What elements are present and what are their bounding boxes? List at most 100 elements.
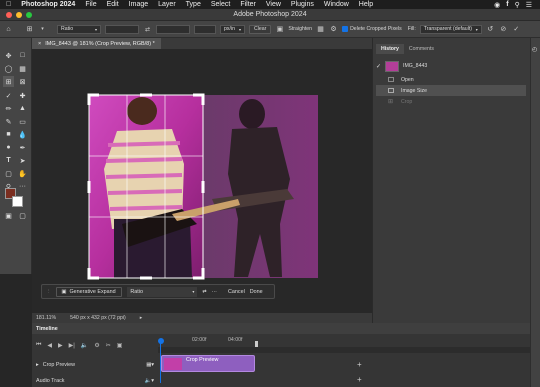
marquee-tool-icon[interactable]: □ (17, 50, 28, 61)
menu-file[interactable]: File (85, 1, 96, 8)
snapshot-source-icon[interactable]: ✓ (376, 63, 385, 70)
apple-icon[interactable]:  (6, 1, 11, 8)
history-brush-icon[interactable]: ✎ (3, 116, 14, 127)
zoom-level[interactable]: 181.11% (36, 315, 56, 321)
dodge-tool-icon[interactable]: ● (3, 142, 14, 153)
commit-check-icon[interactable]: ✓ (512, 25, 521, 34)
zoom-window-button[interactable] (26, 12, 32, 18)
track-options-icon[interactable]: ▦▾ (146, 362, 154, 368)
crop-tool-icon[interactable]: ⊞ (25, 25, 34, 34)
straighten-icon[interactable]: ▣ (275, 25, 284, 34)
history-snapshot[interactable]: ✓ IMG_8443 (376, 59, 526, 73)
track-row[interactable]: ▸ Crop Preview ▦▾ (32, 357, 158, 372)
menu-plugins[interactable]: Plugins (291, 1, 314, 8)
brush-tool-icon[interactable]: ✏ (3, 103, 14, 114)
control-center-icon[interactable]: ☰ (526, 1, 532, 9)
crop-tool-icon[interactable]: ⊞ (3, 76, 14, 87)
move-tool-icon[interactable]: ✥ (3, 50, 14, 61)
more-tools-icon[interactable]: ··· (17, 181, 28, 192)
history-panel-icon[interactable]: ◴ (532, 46, 537, 53)
add-audio-icon[interactable]: + (357, 375, 362, 384)
straighten-label[interactable]: Straighten (288, 26, 312, 32)
eyedropper-icon[interactable]: ✓ (3, 90, 14, 101)
eraser-icon[interactable]: ▭ (17, 116, 28, 127)
first-frame-icon[interactable]: ⏮ (36, 342, 41, 349)
menu-edit[interactable]: Edit (107, 1, 119, 8)
chevron-down-icon[interactable]: ▾ (38, 25, 47, 34)
crop-ratio-select[interactable]: Ratio ▾ (127, 286, 198, 297)
play-icon[interactable]: ▶ (58, 342, 63, 349)
width-field[interactable] (105, 24, 139, 34)
frame-tool-icon[interactable]: ⊠ (17, 76, 28, 87)
crop-cancel-button[interactable]: Cancel (228, 289, 245, 295)
menu-view[interactable]: View (266, 1, 281, 8)
ratio-select[interactable]: Ratio ▾ (57, 24, 101, 34)
add-media-icon[interactable]: + (357, 360, 362, 369)
audio-icon[interactable]: 🔈 (81, 342, 88, 349)
screen-mode-icon[interactable]: ▢ (17, 210, 28, 221)
gear-icon[interactable]: ⚙ (329, 25, 338, 34)
search-icon[interactable]: ⚲ (515, 1, 520, 9)
settings-icon[interactable]: ⚙ (94, 342, 99, 349)
app-menu[interactable]: Photoshop 2024 (21, 1, 75, 8)
video-clip[interactable]: Crop Preview (161, 355, 255, 372)
pen-tool-icon[interactable]: ✒ (17, 142, 28, 153)
menu-select[interactable]: Select (211, 1, 230, 8)
prev-frame-icon[interactable]: ◀ (47, 342, 52, 349)
adobe-f-icon[interactable]: f (506, 1, 508, 8)
drag-handle-icon[interactable]: ⋮ (46, 289, 51, 295)
expand-chevron-icon[interactable]: ▸ (36, 362, 39, 368)
delete-cropped-checkbox[interactable]: Delete Cropped Pixels (342, 26, 402, 32)
path-selection-icon[interactable]: ➤ (17, 155, 28, 166)
background-color-swatch[interactable] (12, 196, 23, 207)
tab-comments[interactable]: Comments (404, 44, 439, 54)
menu-window[interactable]: Window (324, 1, 349, 8)
fill-select[interactable]: Transparent (default) ▾ (419, 24, 482, 34)
clone-stamp-icon[interactable]: ▲ (17, 103, 28, 114)
work-area-bar[interactable] (158, 347, 530, 353)
swap-icon[interactable]: ⇄ (202, 289, 206, 295)
unit-select[interactable]: px/in ▾ (220, 24, 245, 34)
split-icon[interactable]: ✂ (106, 342, 111, 349)
creative-cloud-icon[interactable]: ◉ (494, 1, 500, 9)
playhead[interactable] (158, 338, 164, 344)
quick-mask-icon[interactable]: ▣ (3, 210, 14, 221)
menu-type[interactable]: Type (186, 1, 201, 8)
close-window-button[interactable] (6, 12, 12, 18)
lasso-tool-icon[interactable]: ◯ (3, 63, 14, 74)
transition-icon[interactable]: ▣ (117, 342, 123, 349)
swap-icon[interactable]: ⇄ (143, 25, 152, 34)
next-frame-icon[interactable]: ▶| (69, 342, 75, 349)
menu-help[interactable]: Help (359, 1, 373, 8)
menu-image[interactable]: Image (129, 1, 148, 8)
object-selection-icon[interactable]: ▦ (17, 63, 28, 74)
healing-brush-icon[interactable]: ✚ (17, 90, 28, 101)
overlay-grid-icon[interactable]: ▦ (316, 25, 325, 34)
close-tab-icon[interactable]: × (38, 41, 41, 47)
gradient-tool-icon[interactable]: ■ (3, 129, 14, 140)
generative-expand-button[interactable]: ▣ Generative Expand (56, 286, 123, 297)
document-size[interactable]: 540 px x 432 px (72 ppi) (70, 315, 126, 321)
reset-icon[interactable]: ↺ (486, 25, 495, 34)
clear-button[interactable]: Clear (249, 24, 272, 34)
history-item-open[interactable]: Open (376, 74, 526, 85)
home-icon[interactable]: ⌂ (4, 25, 13, 34)
menu-layer[interactable]: Layer (158, 1, 176, 8)
timeline-title[interactable]: Timeline (36, 326, 58, 332)
menu-filter[interactable]: Filter (240, 1, 256, 8)
history-item-crop[interactable]: ⊞ Crop (376, 96, 526, 107)
timeline-ruler[interactable]: 02:00f 04:00f (158, 335, 530, 347)
canvas-area[interactable] (32, 49, 372, 313)
hand-tool-icon[interactable]: ✋ (17, 168, 28, 179)
audio-mute-icon[interactable]: 🔈▾ (145, 378, 154, 384)
tab-history[interactable]: History (376, 44, 404, 54)
audio-track-row[interactable]: Audio Track 🔈▾ (32, 375, 158, 387)
cancel-icon[interactable]: ⊘ (499, 25, 508, 34)
blur-tool-icon[interactable]: 💧 (17, 129, 28, 140)
minimize-window-button[interactable] (16, 12, 22, 18)
document-tab[interactable]: × IMG_8443 @ 181% (Crop Preview, RGB/8) … (32, 38, 161, 49)
crop-done-button[interactable]: Done (250, 289, 263, 295)
height-field[interactable] (156, 24, 190, 34)
history-item-image-size[interactable]: Image Size (376, 85, 526, 96)
more-options-icon[interactable]: ··· (212, 289, 217, 295)
